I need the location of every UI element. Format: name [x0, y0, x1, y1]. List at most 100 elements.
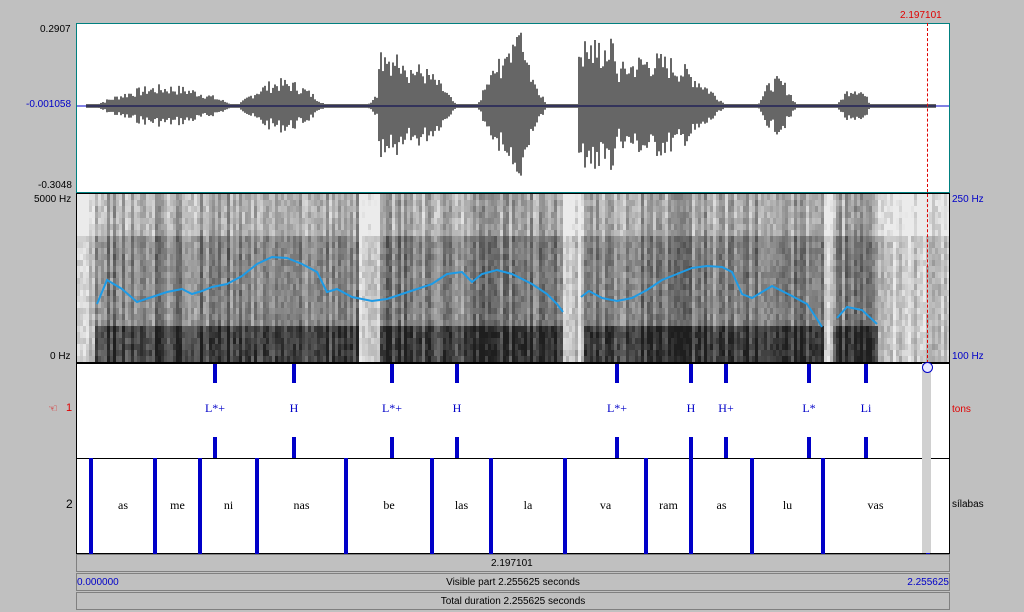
spectrogram-cell: [500, 224, 503, 230]
spectrogram-cell: [494, 242, 497, 248]
spectrogram-cell: [80, 296, 83, 302]
spectrogram-cell: [458, 254, 461, 260]
spectrogram-cell: [104, 338, 107, 344]
spectrogram-cell: [476, 302, 479, 308]
spectrogram-cell: [317, 224, 320, 230]
spectrogram-cell: [311, 194, 314, 200]
spectrogram-cell: [380, 212, 383, 218]
spectrogram-cell: [380, 338, 383, 344]
spectrogram-cell: [476, 290, 479, 296]
spectrogram-cell: [107, 200, 110, 206]
spectrogram-cell: [314, 194, 317, 200]
spectrogram-cell: [179, 206, 182, 212]
spectrogram-cell: [419, 260, 422, 266]
spectrogram-cell: [221, 218, 224, 224]
spectrogram-cell: [440, 230, 443, 236]
spectrogram-cell: [122, 266, 125, 272]
spectrogram-cell: [437, 344, 440, 350]
spectrogram-cell: [551, 272, 554, 278]
spectrogram-cell: [431, 260, 434, 266]
spectrogram-cell: [275, 278, 278, 284]
spectrogram-cell: [278, 284, 281, 290]
spectrogram-cell: [101, 248, 104, 254]
spectrogram-cell: [362, 314, 365, 320]
spectrogram-cell: [80, 218, 83, 224]
spectrogram-cell: [551, 326, 554, 332]
spectrogram-cell: [242, 248, 245, 254]
spectrogram-cell: [497, 242, 500, 248]
spectrogram-cell: [275, 332, 278, 338]
spectrogram-cell: [437, 212, 440, 218]
spectrogram-cell: [476, 254, 479, 260]
spectrogram-cell: [356, 278, 359, 284]
spectrogram-cell: [425, 302, 428, 308]
spectrogram-cell: [386, 194, 389, 200]
spectrogram-panel[interactable]: [76, 193, 950, 363]
spectrogram-cell: [119, 344, 122, 350]
spectrogram-cell: [434, 350, 437, 356]
spectrogram-cell: [323, 308, 326, 314]
spectrogram-cell: [77, 260, 80, 266]
spectrogram-cell: [392, 194, 395, 200]
spectrogram-cell: [428, 248, 431, 254]
spectrogram-cell: [383, 356, 386, 362]
spectrogram-cell: [248, 224, 251, 230]
spectrogram-cell: [155, 332, 158, 338]
spectrogram-cell: [386, 236, 389, 242]
spectrogram-cell: [428, 218, 431, 224]
spectrogram-cell: [173, 278, 176, 284]
spectrogram-cell: [509, 284, 512, 290]
spectrogram-cell: [410, 278, 413, 284]
waveform-panel[interactable]: [76, 23, 950, 193]
spectrogram-cell: [479, 326, 482, 332]
spectrogram-cell: [137, 278, 140, 284]
spectrogram-cell: [512, 200, 515, 206]
spectrogram-cell: [77, 248, 80, 254]
spectrogram-cell: [191, 302, 194, 308]
spectrogram-cell: [431, 338, 434, 344]
spectrogram-cell: [218, 260, 221, 266]
spectrogram-cell: [317, 200, 320, 206]
spectrogram-cell: [191, 338, 194, 344]
spectrogram-cell: [350, 356, 353, 362]
spectrogram-cell: [113, 344, 116, 350]
spectrogram-cell: [479, 350, 482, 356]
spectrogram-cell: [413, 272, 416, 278]
spectrogram-cell: [479, 254, 482, 260]
spectrogram-cell: [344, 194, 347, 200]
spectrogram-cell: [83, 296, 86, 302]
spectrogram-cell: [377, 338, 380, 344]
spectrogram-cell: [443, 266, 446, 272]
spectrogram-cell: [209, 296, 212, 302]
spectrogram-cell: [299, 194, 302, 200]
spectrogram-cell: [368, 218, 371, 224]
spectrogram-cell: [173, 350, 176, 356]
spectrogram-cell: [374, 332, 377, 338]
spectrogram-cell: [263, 302, 266, 308]
spectrogram-cell: [320, 344, 323, 350]
spectrogram-cell: [86, 254, 89, 260]
spectrogram-cell: [131, 248, 134, 254]
spectrogram-cell: [164, 194, 167, 200]
spectrogram-cell: [320, 194, 323, 200]
spectrogram-cell: [236, 224, 239, 230]
spectrogram-cell: [176, 356, 179, 362]
spectrogram-cell: [161, 242, 164, 248]
spectrogram-cell: [383, 338, 386, 344]
spectrogram-cell: [224, 206, 227, 212]
spectrogram-cell: [86, 338, 89, 344]
spectrogram-cell: [344, 254, 347, 260]
spectrogram-cell: [485, 290, 488, 296]
spectrogram-cell: [179, 344, 182, 350]
spectrogram-cell: [158, 308, 161, 314]
spectrogram-cell: [221, 326, 224, 332]
spectrogram-cell: [176, 350, 179, 356]
spectrogram-cell: [275, 314, 278, 320]
spectrogram-cell: [536, 206, 539, 212]
spectrogram-cell: [218, 278, 221, 284]
spectrogram-cell: [326, 200, 329, 206]
spectrogram-cell: [212, 206, 215, 212]
spectrogram-cell: [287, 314, 290, 320]
spectrogram-cell: [347, 284, 350, 290]
spectrogram-cell: [206, 332, 209, 338]
